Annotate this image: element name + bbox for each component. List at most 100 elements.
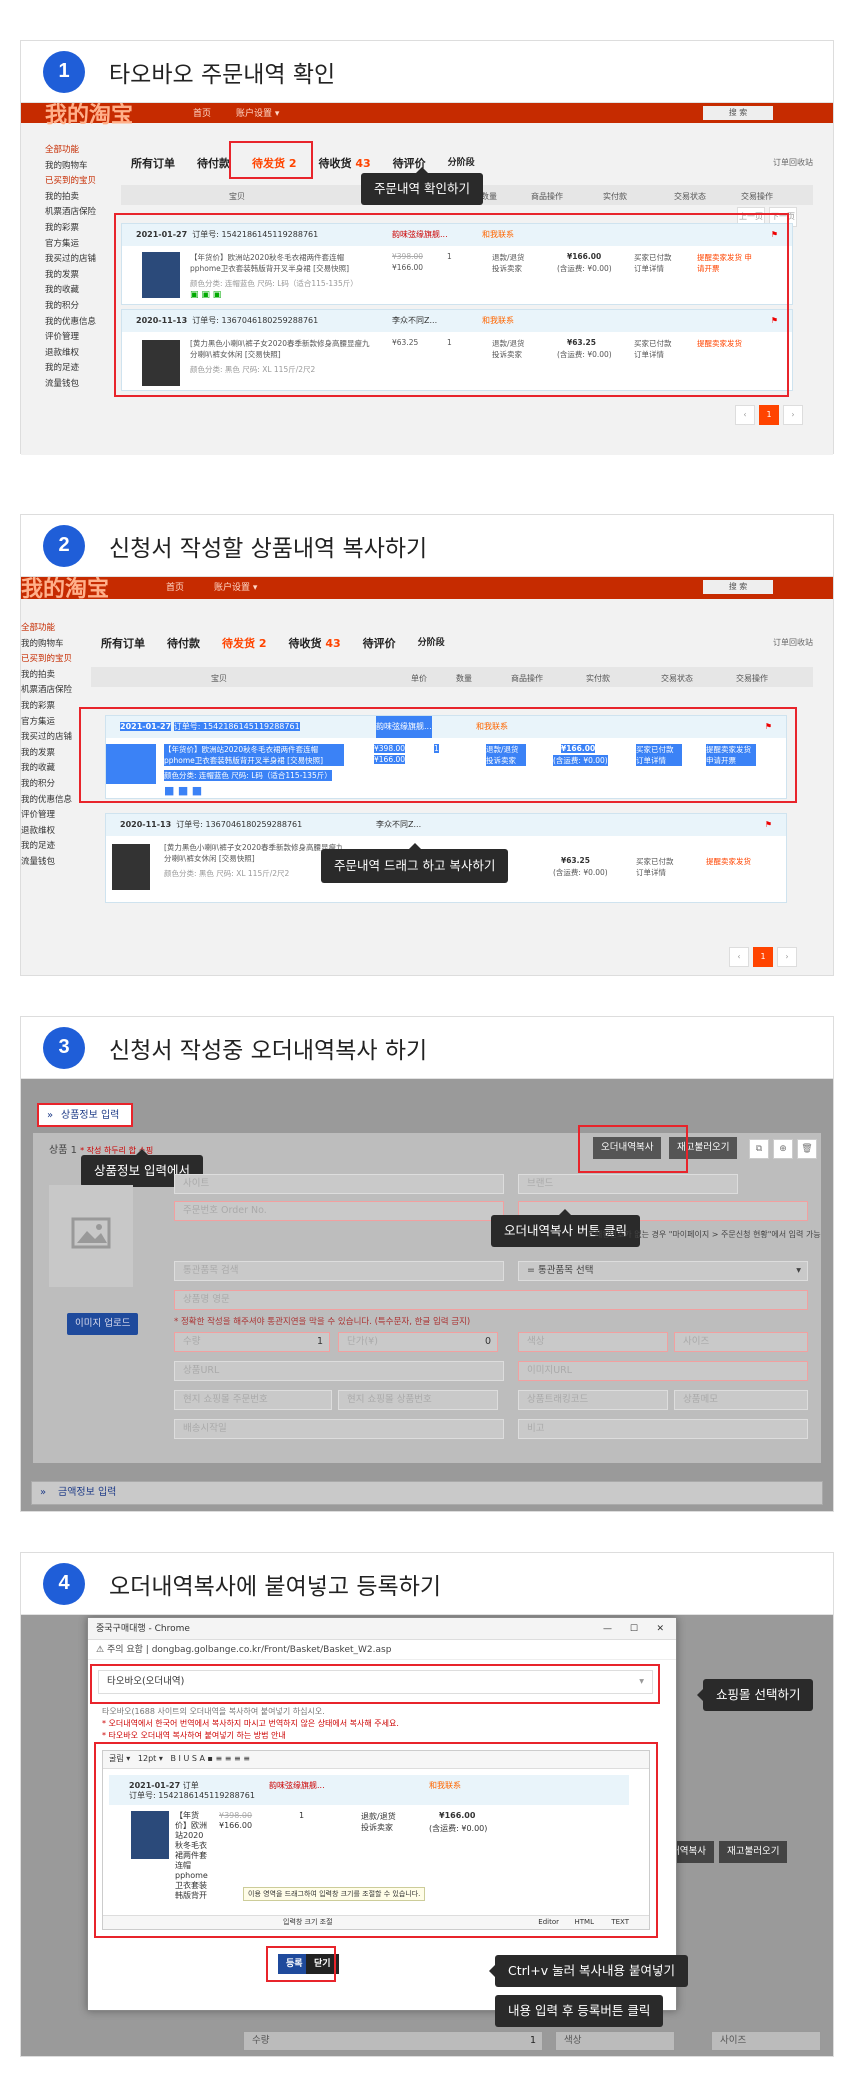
- pager-next[interactable]: ›: [777, 947, 797, 967]
- sidebar-item[interactable]: 我的彩票: [45, 221, 125, 237]
- image-upload-button[interactable]: 이미지 업로드: [67, 1313, 139, 1335]
- memo-field[interactable]: 상품메모: [674, 1390, 808, 1410]
- minimize-icon[interactable]: —: [603, 1618, 612, 1640]
- qty-field[interactable]: 수량 1: [174, 1332, 330, 1352]
- product-thumbnail[interactable]: [112, 844, 150, 890]
- tab-ship[interactable]: 待发货 2: [222, 635, 267, 651]
- bg-qty-field[interactable]: 수량 1: [243, 2031, 543, 2051]
- site-field[interactable]: 사이트: [174, 1174, 504, 1194]
- nav-settings[interactable]: 账户设置 ▾: [214, 580, 257, 593]
- color-field[interactable]: 색상: [518, 1332, 668, 1352]
- tab-recv[interactable]: 待收货 43: [319, 155, 371, 171]
- sidebar-item[interactable]: 我的收藏: [45, 283, 125, 299]
- order-status[interactable]: 买家已付款 订单详情: [636, 856, 682, 878]
- sidebar-item[interactable]: 我的拍卖: [45, 190, 125, 206]
- step-3-header: 3 신청서 작성중 오더내역복사 하기: [21, 1017, 833, 1079]
- order-tabs: 所有订单 待付款 待发货 2 待收货 43 待评价 分阶段: [131, 155, 497, 171]
- note-field[interactable]: 비고: [518, 1419, 808, 1439]
- sidebar-item[interactable]: 我的购物车: [21, 637, 101, 653]
- sidebar-item[interactable]: 退款维权: [21, 824, 101, 840]
- ship-start-field[interactable]: 배송시작일: [174, 1419, 504, 1439]
- sidebar-item[interactable]: 已买到的宝贝: [21, 652, 101, 668]
- name-en-field[interactable]: 상품명 영문: [174, 1290, 808, 1310]
- order-no-field[interactable]: 주문번호 Order No.: [174, 1201, 504, 1221]
- product-title[interactable]: [黄力黑色小喇叭裤子女2020春季新款修身高腰显瘦九分喇叭裤女休闲 [交易快照]: [164, 842, 344, 864]
- sidebar-item[interactable]: 我的优惠信息: [45, 315, 125, 331]
- shop-link[interactable]: 李众不同Z...: [376, 814, 421, 836]
- tab-split[interactable]: 分阶段: [448, 155, 475, 171]
- bg-stock-button[interactable]: 재고불러오기: [719, 1841, 788, 1863]
- maximize-icon[interactable]: ☐: [630, 1618, 638, 1640]
- search-button[interactable]: 搜 索: [703, 580, 773, 594]
- pager-current[interactable]: 1: [759, 405, 779, 425]
- order-action[interactable]: 提醒卖家发货: [706, 856, 756, 867]
- sidebar-item[interactable]: 机票酒店保险: [45, 205, 125, 221]
- tab-recv[interactable]: 待收货 43: [289, 635, 341, 651]
- size-field[interactable]: 사이즈: [674, 1332, 808, 1352]
- col-price: 单价: [411, 674, 427, 683]
- sidebar-item[interactable]: 已买到的宝贝: [45, 174, 125, 190]
- step-3-card: 3 신청서 작성중 오더내역복사 하기 » 상품정보 입력 상품 1 * 작성 하…: [20, 1016, 834, 1512]
- pager-prev[interactable]: ‹: [729, 947, 749, 967]
- sidebar-item[interactable]: 退款维权: [45, 346, 125, 362]
- paid-note: (含运费: ¥0.00): [553, 868, 608, 877]
- step-4-header: 4 오더내역복사에 붙여넣고 등록하기: [21, 1553, 833, 1615]
- brand-field[interactable]: 브랜드: [518, 1174, 738, 1194]
- unit-price-field[interactable]: 단가(¥) 0: [338, 1332, 498, 1352]
- tab-pay[interactable]: 待付款: [167, 635, 200, 651]
- sidebar-item[interactable]: 机票酒店保险: [21, 683, 101, 699]
- flag-icon[interactable]: ⚑: [765, 814, 772, 836]
- address-bar[interactable]: ⚠ 주의 요함 | dongbag.golbange.co.kr/Front/B…: [88, 1640, 676, 1660]
- tip-drag-copy: 주문내역 드래그 하고 복사하기: [321, 843, 509, 883]
- sidebar-item[interactable]: 流量钱包: [21, 855, 101, 871]
- bg-size-field[interactable]: 사이즈: [711, 2031, 821, 2051]
- tab-all[interactable]: 所有订单: [131, 155, 175, 171]
- add-icon[interactable]: ⊕: [773, 1139, 793, 1159]
- nav-home[interactable]: 首页: [193, 106, 211, 119]
- tab-all[interactable]: 所有订单: [101, 635, 145, 651]
- pager-prev[interactable]: ‹: [735, 405, 755, 425]
- track-code-field[interactable]: 상품트래킹코드: [518, 1390, 668, 1410]
- column-header: 宝贝 单价 数量 商品操作 实付款 交易状态 交易操作: [91, 667, 813, 687]
- sidebar-item[interactable]: 我的发票: [45, 268, 125, 284]
- sidebar-item[interactable]: 我买过的店铺: [45, 252, 125, 268]
- product-url-field[interactable]: 상품URL: [174, 1361, 504, 1381]
- close-icon[interactable]: ✕: [656, 1618, 664, 1640]
- mall-product-no-field[interactable]: 현지 쇼핑몰 상품번호: [338, 1390, 498, 1410]
- mall-order-field[interactable]: 현지 쇼핑몰 주문번호: [174, 1390, 332, 1410]
- tab-pay[interactable]: 待付款: [197, 155, 230, 171]
- sidebar-item[interactable]: 流量钱包: [45, 377, 125, 393]
- step-2-card: 2 신청서 작성할 상품내역 복사하기 我的淘宝 首页 账户设置 ▾ 搜 索 全…: [20, 514, 834, 976]
- pager-next[interactable]: ›: [783, 405, 803, 425]
- sidebar-item[interactable]: 我的积分: [45, 299, 125, 315]
- sidebar-item[interactable]: 全部功能: [45, 143, 125, 159]
- sidebar-item[interactable]: 官方集运: [45, 237, 125, 253]
- sidebar-item[interactable]: 我的足迹: [21, 839, 101, 855]
- nav-settings[interactable]: 账户设置 ▾: [236, 106, 279, 119]
- sidebar-item[interactable]: 我的足迹: [45, 361, 125, 377]
- sidebar-item[interactable]: 我的购物车: [45, 159, 125, 175]
- sidebar-item[interactable]: 评价管理: [45, 330, 125, 346]
- step-4-card: 4 오더내역복사에 붙여넣고 등록하기 내역복사 재고불러오기 수량 1 색상 사…: [20, 1552, 834, 2057]
- sidebar-item[interactable]: 我的拍卖: [21, 668, 101, 684]
- copy-icon[interactable]: ⧉: [749, 1139, 769, 1159]
- paste-notes: 타오바오(1688 사이트의 오더내역을 복사하여 붙여넣기 하십시오. * 오…: [102, 1707, 399, 1740]
- sidebar-item[interactable]: 评价管理: [21, 808, 101, 824]
- image-url-field[interactable]: 이미지URL: [518, 1361, 808, 1381]
- sidebar-item[interactable]: 全部功能: [21, 621, 101, 637]
- bg-color-field[interactable]: 색상: [555, 2031, 675, 2051]
- search-button[interactable]: 搜 索: [703, 106, 773, 120]
- step-number: 2: [43, 524, 85, 567]
- recycle-link[interactable]: 订单回收站: [773, 637, 813, 648]
- trash-icon[interactable]: 🗑: [797, 1139, 817, 1159]
- customs-select[interactable]: = 통관품목 선택 ▾: [518, 1261, 808, 1281]
- customs-search[interactable]: 통관품목 검색: [174, 1261, 504, 1281]
- pager: ‹ 1 ›: [729, 947, 797, 967]
- nav-home[interactable]: 首页: [166, 580, 184, 593]
- highlight-selection: [79, 707, 797, 803]
- tab-rate[interactable]: 待评价: [363, 635, 396, 651]
- pager-current[interactable]: 1: [753, 947, 773, 967]
- col-paid: 实付款: [603, 192, 627, 201]
- recycle-link[interactable]: 订单回收站: [773, 157, 813, 168]
- tab-split[interactable]: 分阶段: [418, 635, 445, 651]
